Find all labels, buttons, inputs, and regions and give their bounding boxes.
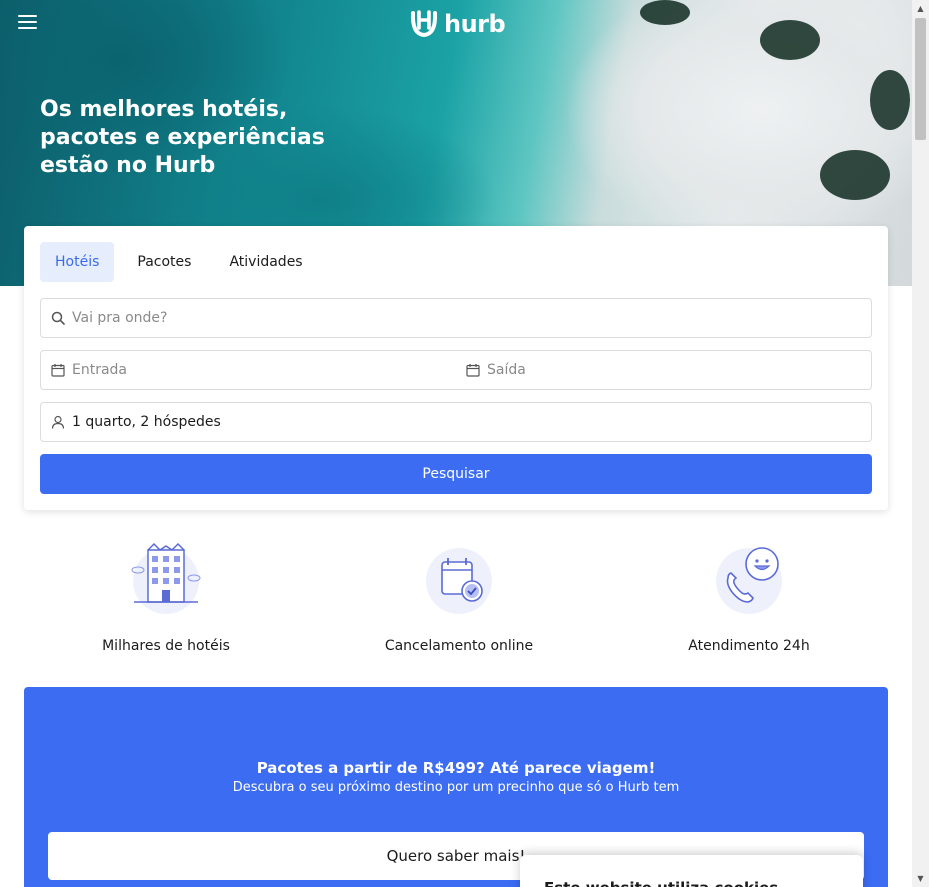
palm-tree-decoration — [870, 70, 910, 130]
scroll-down-arrow-icon[interactable]: ▼ — [912, 870, 929, 887]
tab-atividades[interactable]: Atividades — [214, 242, 317, 282]
user-icon — [50, 414, 66, 430]
feature-hotels: Milhares de hotéis — [36, 540, 296, 654]
hotel-building-icon — [131, 542, 201, 614]
destination-input[interactable]: Vai pra onde? — [40, 298, 872, 338]
feature-label: Cancelamento online — [384, 638, 534, 654]
feature-label: Milhares de hotéis — [102, 638, 230, 654]
cookie-consent-popup: Este website utiliza cookies — [520, 855, 863, 887]
tab-pacotes[interactable]: Pacotes — [122, 242, 206, 282]
checkout-placeholder: Saída — [487, 362, 526, 378]
hero-title: Os melhores hotéis, pacotes e experiênci… — [40, 97, 325, 178]
feature-cancellation: Cancelamento online — [329, 540, 589, 654]
hurb-logo[interactable]: hurb — [408, 8, 506, 40]
search-button[interactable]: Pesquisar — [40, 454, 872, 494]
hurb-logo-icon — [410, 10, 438, 38]
promo-title: Pacotes a partir de R$499? Até parece vi… — [256, 759, 656, 777]
logo-text: hurb — [444, 10, 506, 38]
cookie-popup-title: Este website utiliza cookies — [544, 879, 839, 887]
feature-label: Atendimento 24h — [688, 638, 810, 654]
scroll-up-arrow-icon[interactable]: ▲ — [912, 0, 929, 17]
scroll-thumb[interactable] — [915, 18, 926, 140]
palm-tree-decoration — [820, 150, 890, 200]
phone-chat-icon — [716, 547, 782, 614]
calendar-icon — [465, 362, 481, 378]
destination-placeholder: Vai pra onde? — [72, 310, 168, 326]
guests-selector[interactable]: 1 quarto, 2 hóspedes — [40, 402, 872, 442]
promo-subtitle: Descubra o seu próximo destino por um pr… — [232, 780, 680, 795]
page-scrollbar[interactable]: ▲ ▼ — [912, 0, 929, 887]
hamburger-menu-icon[interactable] — [18, 15, 38, 35]
tab-hoteis[interactable]: Hotéis — [40, 242, 115, 282]
search-icon — [50, 310, 66, 326]
checkout-input[interactable]: Saída — [456, 351, 871, 389]
search-tabs: Hotéis Pacotes Atividades — [40, 242, 872, 282]
checkin-placeholder: Entrada — [72, 362, 128, 378]
calendar-check-icon — [426, 548, 492, 614]
palm-tree-decoration — [640, 0, 690, 25]
calendar-icon — [50, 362, 66, 378]
palm-tree-decoration — [760, 20, 820, 60]
guests-value: 1 quarto, 2 hóspedes — [72, 414, 221, 430]
feature-support: Atendimento 24h — [619, 540, 879, 654]
checkin-input[interactable]: Entrada — [41, 351, 456, 389]
dates-field: Entrada Saída — [40, 350, 872, 390]
search-card: Hotéis Pacotes Atividades Vai pra onde? … — [24, 226, 888, 510]
